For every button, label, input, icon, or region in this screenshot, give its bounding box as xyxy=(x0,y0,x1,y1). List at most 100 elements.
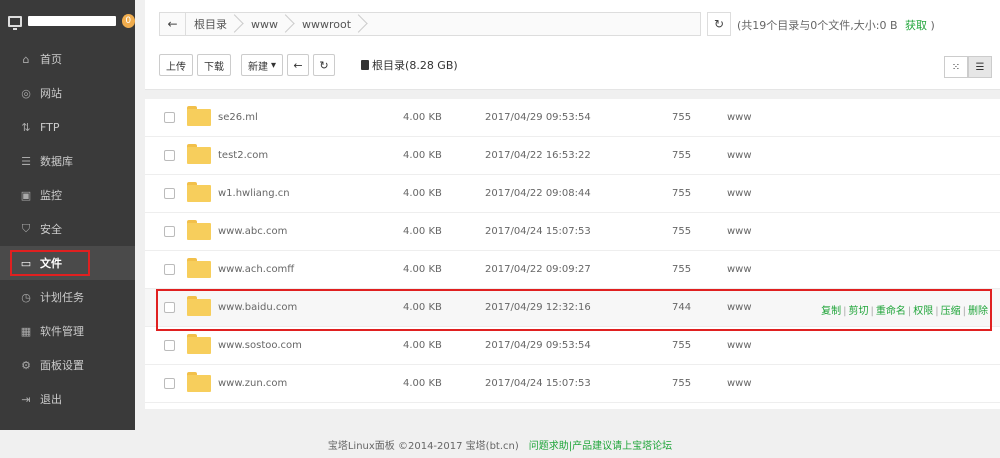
file-name[interactable]: www.ach.comff xyxy=(218,264,294,275)
table-row[interactable]: www.ach.comff 4.00 KB 2017/04/22 09:09:2… xyxy=(145,251,1000,289)
folder-icon xyxy=(187,334,211,354)
file-size: 4.00 KB xyxy=(403,226,442,237)
file-permission: 755 xyxy=(672,340,692,351)
sidebar-item-files[interactable]: ▭ 文件 xyxy=(0,246,135,280)
file-name[interactable]: test2.com xyxy=(218,150,268,161)
sidebar-item-security[interactable]: ⛉ 安全 xyxy=(0,212,135,246)
row-actions: 复制 | 剪切 | 重命名 | 权限 | 压缩 | 删除 xyxy=(821,302,988,317)
back-button[interactable]: ← xyxy=(160,13,186,35)
summary-text: (共19个目录与0个文件,大小:0 B xyxy=(737,19,898,32)
table-row[interactable]: www.abc.com 4.00 KB 2017/04/24 15:07:53 … xyxy=(145,213,1000,251)
row-checkbox[interactable] xyxy=(164,264,175,275)
brand: 0 xyxy=(0,0,135,42)
file-size: 4.00 KB xyxy=(403,340,442,351)
table-row[interactable]: w1.hwliang.cn 4.00 KB 2017/04/22 09:08:4… xyxy=(145,175,1000,213)
table-row[interactable]: test2.com 4.00 KB 2017/04/22 16:53:22 75… xyxy=(145,137,1000,175)
refresh-icon: ↻ xyxy=(713,17,725,31)
sidebar-item-monitor[interactable]: ▣ 监控 xyxy=(0,178,135,212)
sidebar-item-software[interactable]: ▦ 软件管理 xyxy=(0,314,135,348)
summary-end: ) xyxy=(930,19,935,32)
grid-icon: ⁙ xyxy=(951,61,961,73)
file-permission: 755 xyxy=(672,150,692,161)
sidebar-item-ftp[interactable]: ⇅ FTP xyxy=(0,110,135,144)
new-label: 新建 xyxy=(248,61,268,73)
copy-link[interactable]: 复制 xyxy=(821,306,841,317)
file-owner: www xyxy=(727,150,752,161)
file-mtime: 2017/04/29 09:53:54 xyxy=(485,112,591,123)
sidebar-item-home[interactable]: ⌂ 首页 xyxy=(0,42,135,76)
sidebar-item-label: 软件管理 xyxy=(40,325,84,338)
file-size: 4.00 KB xyxy=(403,264,442,275)
table-row[interactable]: www.zun.com 4.00 KB 2017/04/24 15:07:53 … xyxy=(145,365,1000,403)
file-mtime: 2017/04/24 15:07:53 xyxy=(485,226,591,237)
permission-link[interactable]: 权限 xyxy=(913,306,933,317)
file-name[interactable]: se26.ml xyxy=(218,112,258,123)
file-owner: www xyxy=(727,188,752,199)
list-view-button[interactable]: ☰ xyxy=(968,56,992,78)
row-checkbox[interactable] xyxy=(164,302,175,313)
view-toggle: ⁙ ☰ xyxy=(944,56,992,78)
row-checkbox[interactable] xyxy=(164,226,175,237)
disk-info: 根目录(8.28 GB) xyxy=(361,57,458,73)
fetch-size-link[interactable]: 获取 xyxy=(905,19,927,32)
delete-link[interactable]: 删除 xyxy=(968,306,988,317)
breadcrumb-www[interactable]: www xyxy=(243,13,294,35)
folder-icon xyxy=(187,144,211,164)
folder-icon xyxy=(187,258,211,278)
globe-icon: ◎ xyxy=(21,86,31,100)
file-mtime: 2017/04/22 09:09:27 xyxy=(485,264,591,275)
refresh-button[interactable]: ↻ xyxy=(707,12,731,36)
file-permission: 755 xyxy=(672,264,692,275)
sidebar-item-label: 监控 xyxy=(40,189,62,202)
file-owner: www xyxy=(727,264,752,275)
cut-link[interactable]: 剪切 xyxy=(849,306,869,317)
folder-icon xyxy=(187,220,211,240)
sidebar-item-database[interactable]: ☰ 数据库 xyxy=(0,144,135,178)
file-name[interactable]: www.baidu.com xyxy=(218,302,297,313)
separator: | xyxy=(962,306,966,317)
file-size: 4.00 KB xyxy=(403,188,442,199)
sidebar-item-website[interactable]: ◎ 网站 xyxy=(0,76,135,110)
file-name[interactable]: w1.hwliang.cn xyxy=(218,188,290,199)
sidebar-item-label: 计划任务 xyxy=(40,291,84,304)
file-name[interactable]: www.sostoo.com xyxy=(218,340,302,351)
file-mtime: 2017/04/29 09:53:54 xyxy=(485,340,591,351)
row-checkbox[interactable] xyxy=(164,112,175,123)
notification-badge[interactable]: 0 xyxy=(121,14,135,28)
breadcrumb-root[interactable]: 根目录 xyxy=(186,13,243,35)
row-checkbox[interactable] xyxy=(164,150,175,161)
rename-link[interactable]: 重命名 xyxy=(876,306,906,317)
folder-icon xyxy=(187,182,211,202)
breadcrumb-wwwroot[interactable]: wwwroot xyxy=(294,13,367,35)
file-name[interactable]: www.zun.com xyxy=(218,378,287,389)
table-row[interactable]: se26.ml 4.00 KB 2017/04/29 09:53:54 755 … xyxy=(145,99,1000,137)
new-dropdown-button[interactable]: 新建 ▾ xyxy=(241,54,284,76)
apps-icon: ▦ xyxy=(20,324,32,338)
sidebar-item-label: 首页 xyxy=(40,53,62,66)
separator: | xyxy=(907,306,912,317)
file-mtime: 2017/04/24 15:07:53 xyxy=(485,378,591,389)
compress-link[interactable]: 压缩 xyxy=(941,306,961,317)
file-owner: www xyxy=(727,340,752,351)
table-row[interactable]: www.sostoo.com 4.00 KB 2017/04/29 09:53:… xyxy=(145,327,1000,365)
file-name[interactable]: www.abc.com xyxy=(218,226,287,237)
upload-button[interactable]: 上传 xyxy=(159,54,193,76)
file-permission: 755 xyxy=(672,378,692,389)
back-dir-button[interactable]: ← xyxy=(287,54,310,76)
sidebar-item-cron[interactable]: ◷ 计划任务 xyxy=(0,280,135,314)
arrow-left-icon: ← xyxy=(167,17,178,31)
sidebar-item-settings[interactable]: ⚙ 面板设置 xyxy=(0,348,135,382)
sidebar-item-logout[interactable]: ⇥ 退出 xyxy=(0,382,135,416)
refresh-list-button[interactable]: ↻ xyxy=(313,54,336,76)
forum-link[interactable]: 问题求助|产品建议请上宝塔论坛 xyxy=(529,437,672,452)
grid-view-button[interactable]: ⁙ xyxy=(944,56,968,78)
row-checkbox[interactable] xyxy=(164,378,175,389)
arrow-left-icon: ← xyxy=(293,58,303,72)
table-row-selected[interactable]: www.baidu.com 4.00 KB 2017/04/29 12:32:1… xyxy=(145,289,1000,331)
download-button[interactable]: 下载 xyxy=(197,54,231,76)
clock-icon: ◷ xyxy=(21,290,31,304)
row-checkbox[interactable] xyxy=(164,188,175,199)
row-checkbox[interactable] xyxy=(164,340,175,351)
file-permission: 744 xyxy=(672,302,692,313)
sidebar: 0 ⌂ 首页 ◎ 网站 ⇅ FTP ☰ 数据库 ▣ 监控 ⛉ 安全 ▭ 文件 ◷… xyxy=(0,0,135,430)
